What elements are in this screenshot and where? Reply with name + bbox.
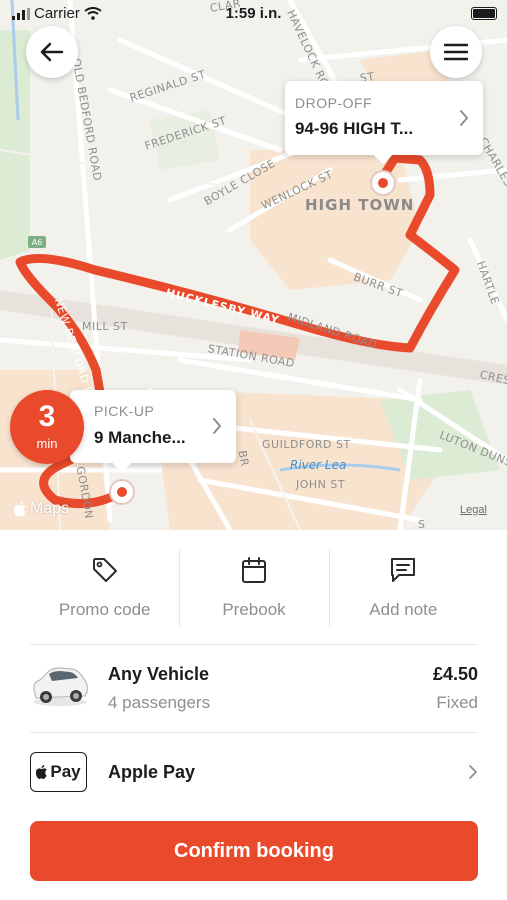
menu-button[interactable] <box>430 26 482 78</box>
tag-icon <box>91 546 119 584</box>
add-note-button[interactable]: Add note <box>328 546 478 630</box>
chevron-right-icon <box>213 418 221 434</box>
back-arrow-icon <box>40 42 64 62</box>
battery-icon <box>471 7 497 20</box>
legal-link[interactable]: Legal <box>460 504 487 516</box>
street-label: GUILDFORD ST <box>262 438 351 451</box>
vehicle-option[interactable]: Any Vehicle 4 passengers £4.50 Fixed <box>30 648 478 732</box>
town-label: HIGH TOWN <box>305 196 415 214</box>
eta-value: 3 <box>38 400 56 433</box>
apple-pay-badge: Pay <box>30 752 87 792</box>
vehicle-price: £4.50 <box>432 664 478 684</box>
promo-code-button[interactable]: Promo code <box>30 546 179 630</box>
car-icon <box>33 667 88 706</box>
maps-attribution: Maps <box>14 500 69 518</box>
add-note-label: Add note <box>369 600 438 619</box>
prebook-label: Prebook <box>222 600 286 619</box>
price-type: Fixed <box>436 693 478 712</box>
pay-badge-text: Pay <box>50 762 81 781</box>
payment-method[interactable]: Pay Apple Pay <box>30 740 478 806</box>
prebook-button[interactable]: Prebook <box>179 546 328 630</box>
river-label: River Lea <box>290 458 347 472</box>
divider <box>30 732 478 733</box>
calendar-icon <box>241 546 267 584</box>
apple-logo-icon <box>36 764 48 779</box>
dropoff-callout[interactable]: DROP-OFF 94-96 HIGH T... <box>285 81 483 165</box>
promo-code-label: Promo code <box>58 600 151 619</box>
confirm-booking-button[interactable]: Confirm booking <box>30 821 478 881</box>
svg-text:A6: A6 <box>32 238 43 247</box>
chevron-right-icon <box>460 110 468 126</box>
chevron-right-icon <box>469 765 477 779</box>
vehicle-name: Any Vehicle <box>108 664 210 684</box>
dropoff-address: 94-96 HIGH T... <box>295 119 414 138</box>
eta-badge: 3 min <box>10 390 84 464</box>
pickup-callout[interactable]: PICK-UP 9 Manche... <box>70 390 236 473</box>
note-icon <box>389 546 417 584</box>
status-time: 1:59 i.n. <box>225 5 282 22</box>
divider <box>30 644 478 645</box>
street-label: BR <box>235 449 252 468</box>
back-button[interactable] <box>26 26 78 78</box>
dropoff-label: DROP-OFF <box>295 95 373 111</box>
booking-sheet: Promo code Prebook Add note Any Vehicle … <box>0 530 507 900</box>
street-label: MILL ST <box>82 320 128 333</box>
eta-unit: min <box>36 436 58 451</box>
map-view[interactable]: A6 OLD BEDFORD ROAD REGINALD ST FREDERIC… <box>0 0 507 530</box>
street-label: JOHN ST <box>296 478 346 491</box>
vehicle-passengers: 4 passengers <box>108 693 211 712</box>
status-bar: Carrier 1:59 i.n. <box>0 0 507 28</box>
street-label: S <box>418 518 426 530</box>
quick-actions: Promo code Prebook Add note <box>30 546 478 630</box>
hamburger-icon <box>444 43 468 61</box>
pickup-address: 9 Manche... <box>94 428 186 447</box>
payment-name: Apple Pay <box>108 762 196 782</box>
pickup-label: PICK-UP <box>94 403 155 419</box>
maps-provider: Maps <box>30 500 70 517</box>
apple-logo-icon <box>14 501 26 517</box>
